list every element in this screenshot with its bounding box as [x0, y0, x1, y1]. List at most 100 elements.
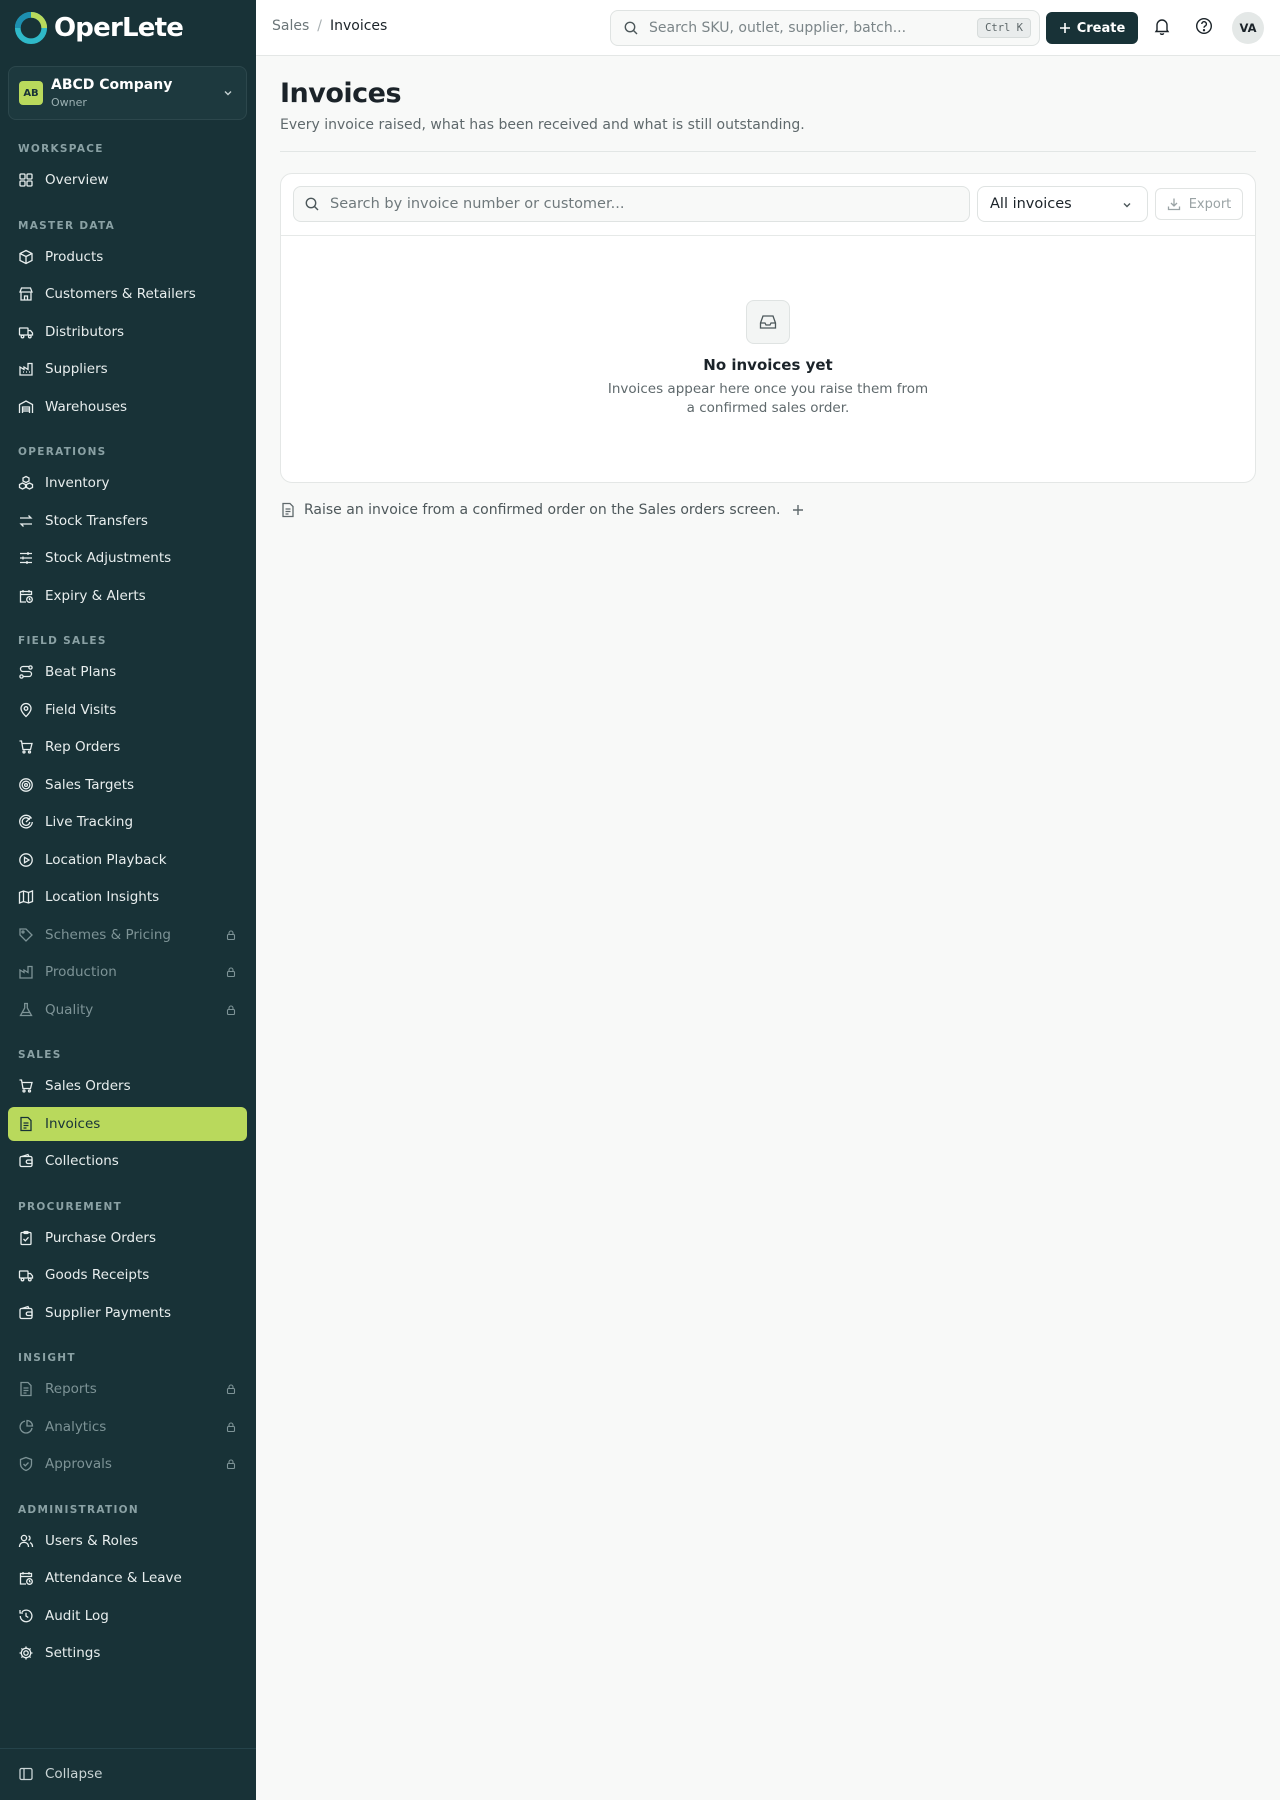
sidebar-item-products[interactable]: Products	[8, 240, 247, 274]
card-toolbar: Search by invoice number or customer... …	[281, 174, 1255, 236]
sidebar-item-approvals[interactable]: Approvals	[8, 1447, 247, 1481]
sidebar-item-label: Location Insights	[45, 889, 160, 905]
sidebar-item-goods-receipts[interactable]: Goods Receipts	[8, 1258, 247, 1292]
export-button[interactable]: Export	[1155, 188, 1243, 220]
map-pin-icon	[20, 702, 32, 718]
sidebar-item-schemes-pricing[interactable]: Schemes & Pricing	[8, 918, 247, 952]
keyboard-shortcut: Ctrl K	[977, 18, 1031, 38]
sidebar-item-label: Settings	[45, 1645, 101, 1661]
breadcrumb: Sales / Invoices	[272, 18, 387, 34]
sidebar-item-live-tracking[interactable]: Live Tracking	[8, 805, 247, 839]
sidebar-item-overview[interactable]: Overview	[8, 163, 247, 197]
sidebar-item-label: Beat Plans	[45, 664, 117, 680]
app-logo[interactable]: OperLete	[14, 10, 184, 46]
company-switcher[interactable]: AB ABCD Company Owner	[8, 66, 247, 120]
invoice-status-select[interactable]: All invoices	[977, 186, 1148, 222]
sidebar-item-stock-transfers[interactable]: Stock Transfers	[8, 504, 247, 538]
plus-icon	[1059, 23, 1070, 33]
sidebar-item-production[interactable]: Production	[8, 955, 247, 989]
global-search-input[interactable]: Search SKU, outlet, supplier, batch... C…	[610, 10, 1040, 46]
avatar[interactable]: VA	[1232, 12, 1264, 44]
breadcrumb-current: Invoices	[329, 18, 388, 34]
sidebar-item-label: Attendance & Leave	[45, 1570, 182, 1586]
empty-state-text: Invoices appear here once you raise them…	[607, 381, 929, 416]
sidebar-collapse-button[interactable]: Collapse	[8, 1757, 247, 1791]
arrows-swap-icon	[19, 515, 33, 527]
bell-icon[interactable]	[1152, 16, 1172, 36]
topbar: Sales / Invoices Search SKU, outlet, sup…	[256, 0, 1280, 56]
sidebar-item-reports[interactable]: Reports	[8, 1372, 247, 1406]
empty-state-title: No invoices yet	[703, 356, 833, 374]
pie-chart-icon	[19, 1419, 34, 1434]
sidebar-item-label: Schemes & Pricing	[45, 927, 171, 943]
sidebar-item-field-visits[interactable]: Field Visits	[8, 693, 247, 727]
sidebar-item-invoices[interactable]: Invoices	[8, 1107, 247, 1141]
sidebar-item-suppliers[interactable]: Suppliers	[8, 352, 247, 386]
sidebar-item-customers[interactable]: Customers & Retailers	[8, 277, 247, 311]
sidebar-item-label: Field Visits	[45, 702, 117, 718]
sidebar-item-label: Audit Log	[45, 1608, 109, 1624]
sidebar-item-label: Suppliers	[45, 361, 108, 377]
inbox-icon	[759, 315, 777, 329]
sidebar-item-label: Approvals	[45, 1456, 112, 1472]
section-administration: ADMINISTRATION	[18, 1504, 139, 1516]
target-icon	[19, 778, 33, 792]
company-role: Owner	[51, 96, 87, 109]
title-divider	[280, 151, 1256, 152]
sidebar-item-label: Goods Receipts	[45, 1267, 150, 1283]
logo-mark-icon	[14, 11, 48, 45]
create-button[interactable]: Create	[1046, 12, 1138, 44]
sidebar-item-label: Sales Targets	[45, 777, 135, 793]
history-icon	[19, 1609, 33, 1623]
sidebar-item-settings[interactable]: Settings	[8, 1636, 247, 1670]
sidebar-item-expiry-alerts[interactable]: Expiry & Alerts	[8, 579, 247, 613]
sidebar-item-purchase-orders[interactable]: Purchase Orders	[8, 1221, 247, 1255]
radar-icon	[19, 814, 33, 829]
sidebar-item-analytics[interactable]: Analytics	[8, 1410, 247, 1444]
breadcrumb-separator: /	[317, 18, 322, 34]
section-operations: OPERATIONS	[18, 446, 107, 458]
sidebar-divider	[0, 1748, 256, 1749]
plus-icon[interactable]	[792, 504, 804, 516]
boxes-icon	[18, 475, 34, 490]
section-sales: SALES	[18, 1049, 62, 1061]
sidebar-item-label: Warehouses	[45, 399, 128, 415]
breadcrumb-sales[interactable]: Sales	[272, 18, 309, 34]
section-field-sales: FIELD SALES	[18, 635, 107, 647]
clipboard-check-icon	[20, 1230, 32, 1246]
lock-icon	[226, 967, 236, 978]
sidebar-item-distributors[interactable]: Distributors	[8, 315, 247, 349]
sidebar-item-label: Collections	[45, 1153, 119, 1169]
panel-left-icon	[19, 1767, 33, 1781]
sidebar-item-location-insights[interactable]: Location Insights	[8, 880, 247, 914]
wallet-icon	[19, 1305, 33, 1320]
cart-icon	[19, 740, 33, 754]
sidebar-item-attendance-leave[interactable]: Attendance & Leave	[8, 1561, 247, 1595]
invoice-search-input[interactable]: Search by invoice number or customer...	[293, 186, 970, 222]
sidebar-item-inventory[interactable]: Inventory	[8, 466, 247, 500]
sidebar-item-audit-log[interactable]: Audit Log	[8, 1599, 247, 1633]
file-text-icon	[20, 1381, 32, 1397]
wallet-icon	[19, 1153, 33, 1168]
grid-icon	[19, 173, 33, 187]
sidebar-item-sales-targets[interactable]: Sales Targets	[8, 768, 247, 802]
company-badge: AB	[19, 81, 43, 105]
sidebar-item-beat-plans[interactable]: Beat Plans	[8, 655, 247, 689]
sidebar-item-rep-orders[interactable]: Rep Orders	[8, 730, 247, 764]
sidebar-item-quality[interactable]: Quality	[8, 993, 247, 1027]
lock-icon	[226, 930, 236, 941]
sidebar-item-sales-orders[interactable]: Sales Orders	[8, 1069, 247, 1103]
sidebar-item-supplier-payments[interactable]: Supplier Payments	[8, 1296, 247, 1330]
sidebar-item-warehouses[interactable]: Warehouses	[8, 390, 247, 424]
factory-icon	[19, 362, 33, 376]
section-insight: INSIGHT	[18, 1352, 76, 1364]
download-icon	[1167, 198, 1180, 211]
sidebar-item-users-roles[interactable]: Users & Roles	[8, 1524, 247, 1558]
help-icon[interactable]	[1194, 16, 1214, 36]
hint-text: Raise an invoice from a confirmed order …	[304, 502, 781, 518]
sidebar-item-stock-adjustments[interactable]: Stock Adjustments	[8, 541, 247, 575]
create-label: Create	[1076, 20, 1126, 36]
lock-icon	[226, 1005, 236, 1016]
sidebar-item-location-playback[interactable]: Location Playback	[8, 843, 247, 877]
sidebar-item-collections[interactable]: Collections	[8, 1144, 247, 1178]
